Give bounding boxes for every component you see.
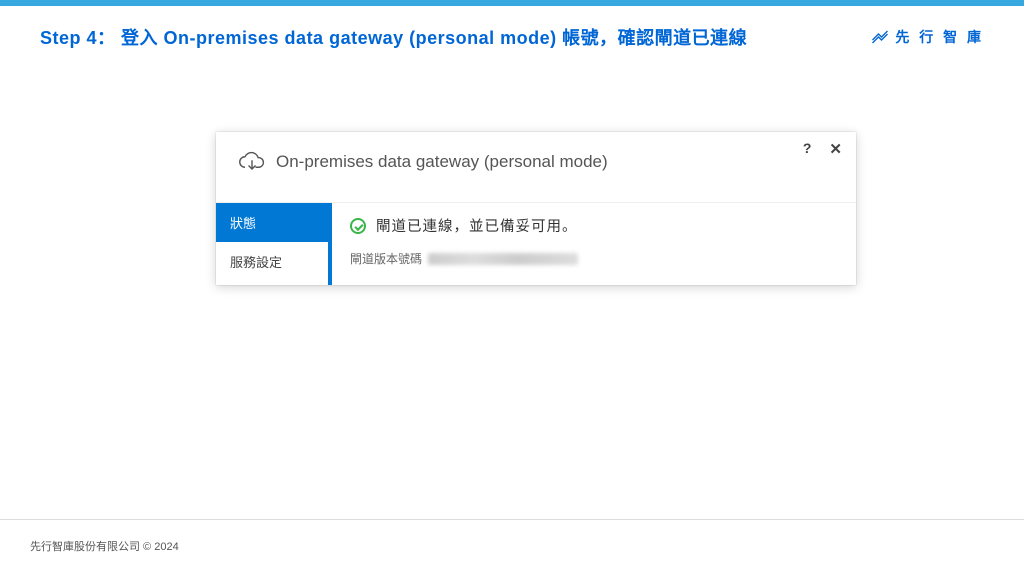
sidebar: 狀態 服務設定 bbox=[216, 203, 328, 285]
copyright-text: 先行智庫股份有限公司 © 2024 bbox=[30, 538, 994, 554]
page-title: Step 4： 登入 On-premises data gateway (per… bbox=[40, 24, 747, 50]
window-header: On-premises data gateway (personal mode) bbox=[216, 132, 856, 202]
sidebar-item-service-settings[interactable]: 服務設定 bbox=[216, 242, 328, 281]
status-line: 閘道已連線，並已備妥可用。 bbox=[350, 215, 838, 236]
content-panel: 閘道已連線，並已備妥可用。 閘道版本號碼 bbox=[328, 203, 856, 285]
footer: 先行智庫股份有限公司 © 2024 bbox=[0, 519, 1024, 554]
version-label: 閘道版本號碼 bbox=[350, 250, 422, 267]
window-controls: ? ✕ bbox=[803, 140, 842, 158]
cloud-download-icon bbox=[238, 150, 266, 174]
status-text: 閘道已連線，並已備妥可用。 bbox=[376, 215, 578, 236]
brand-logo: 先 行 智 庫 bbox=[871, 27, 984, 47]
brand-text: 先 行 智 庫 bbox=[895, 27, 984, 47]
brand-icon bbox=[871, 30, 889, 44]
gateway-window: ? ✕ On-premises data gateway (personal m… bbox=[216, 132, 856, 285]
page-header: Step 4： 登入 On-premises data gateway (per… bbox=[0, 6, 1024, 50]
window-body: 狀態 服務設定 閘道已連線，並已備妥可用。 閘道版本號碼 bbox=[216, 202, 856, 285]
version-blurred-value bbox=[428, 253, 578, 265]
window-title: On-premises data gateway (personal mode) bbox=[276, 152, 608, 172]
help-button[interactable]: ? bbox=[803, 140, 812, 158]
check-icon bbox=[350, 218, 366, 234]
version-line: 閘道版本號碼 bbox=[350, 250, 838, 267]
sidebar-item-status[interactable]: 狀態 bbox=[216, 203, 328, 242]
close-button[interactable]: ✕ bbox=[829, 140, 842, 158]
